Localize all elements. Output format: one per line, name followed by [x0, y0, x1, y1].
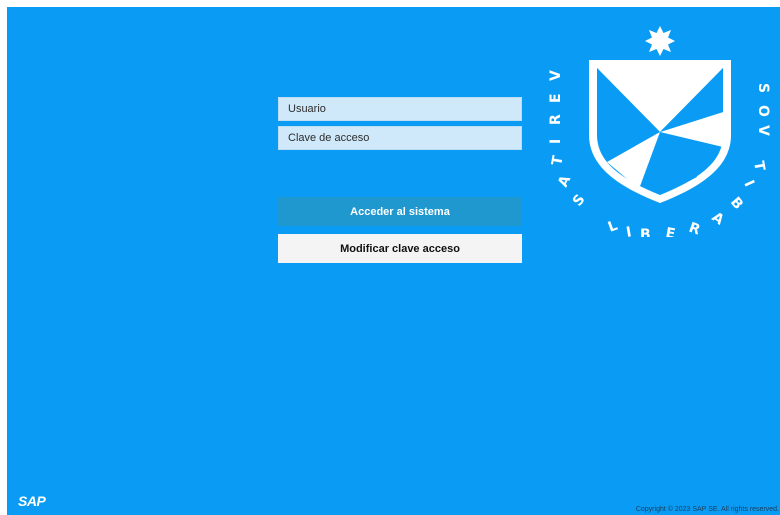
svg-text:R: R [687, 220, 703, 237]
login-button[interactable]: Acceder al sistema [278, 197, 522, 226]
svg-text:I: I [548, 139, 564, 144]
copyright-text: Copyright © 2023 SAP SE. All rights rese… [635, 506, 779, 513]
svg-text:O: O [755, 105, 771, 117]
svg-text:V: V [755, 125, 771, 136]
svg-text:I: I [625, 224, 633, 237]
svg-text:A: A [709, 209, 727, 228]
star-icon [645, 26, 675, 56]
svg-text:E: E [664, 225, 676, 237]
svg-text:S: S [755, 83, 771, 93]
svg-text:S: S [570, 192, 589, 210]
svg-text:A: A [555, 173, 574, 190]
sap-logo: SAP [18, 493, 46, 509]
password-input[interactable] [278, 126, 522, 150]
svg-text:T: T [750, 160, 767, 173]
svg-text:R: R [548, 114, 564, 125]
svg-text:B: B [640, 227, 651, 237]
change-password-button[interactable]: Modificar clave acceso [278, 234, 522, 263]
login-screen: Acceder al sistema Modificar clave acces… [7, 7, 780, 515]
svg-text:I: I [740, 178, 757, 189]
shield-icon: V E R I T A S L I B E R A B I T V O S [548, 26, 771, 243]
username-input[interactable] [278, 97, 522, 121]
svg-text:T: T [549, 154, 566, 167]
svg-text:L: L [606, 218, 620, 236]
svg-text:E: E [548, 93, 564, 103]
svg-text:V: V [548, 70, 564, 81]
svg-text:B: B [727, 194, 746, 212]
university-crest: V E R I T A S L I B E R A B I T V O S [547, 17, 773, 243]
